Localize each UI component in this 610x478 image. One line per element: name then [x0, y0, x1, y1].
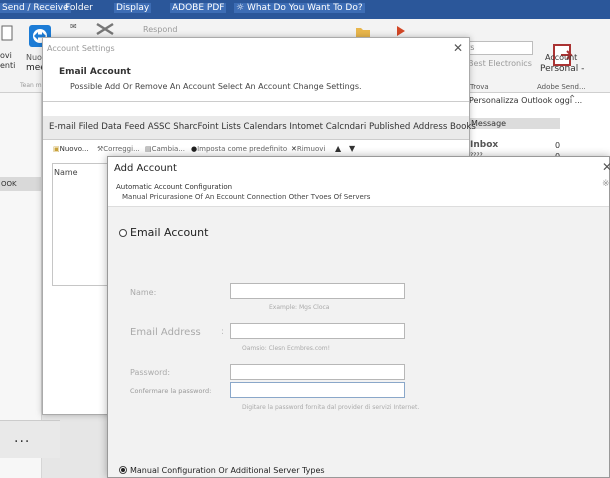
- ribbon-tab-bar: Send / Receive Folder Display ADOBE PDF …: [0, 0, 610, 19]
- change-icon: ▤: [145, 145, 152, 153]
- account-label-1: Account: [545, 53, 578, 62]
- section-title: Automatic Account Configuration: [116, 183, 233, 191]
- password-input[interactable]: [230, 364, 405, 380]
- email-hint: Oamsio: Clesn Ecmbres.com!: [242, 345, 331, 352]
- adobe-send-label: Adobe Send...: [537, 83, 586, 91]
- nuovo-meeting-label: Nuo: [26, 53, 42, 62]
- more-apps-button[interactable]: ...: [14, 430, 30, 446]
- remove-button[interactable]: ✕Rimuovi: [291, 145, 325, 153]
- add-account-close-icon[interactable]: ✕: [602, 160, 610, 174]
- new-items-label-1: ovi: [0, 51, 12, 60]
- email-address-label: Email Address: [130, 327, 201, 338]
- account-settings-title: Account Settings: [47, 44, 115, 53]
- email-address-input[interactable]: [230, 323, 405, 339]
- name-input[interactable]: [230, 283, 405, 299]
- change-button[interactable]: ▤Cambia...: [145, 145, 185, 153]
- wizard-icon: ※: [602, 179, 610, 189]
- account-settings-heading: Email Account: [59, 67, 131, 77]
- respond-label: Respond: [143, 25, 178, 34]
- reply-icon[interactable]: ✉: [70, 22, 77, 31]
- manual-configuration-option-label: Manual Configuration Or Additional Serve…: [130, 466, 325, 475]
- delete-icon[interactable]: [93, 22, 117, 36]
- collapse-chevron-icon[interactable]: ⌃: [568, 94, 576, 105]
- password-label: Password:: [130, 368, 171, 377]
- move-up-icon[interactable]: ▲: [335, 144, 341, 153]
- new-account-button[interactable]: ▣Nuovo...: [53, 145, 89, 153]
- message-header-label: Message: [471, 119, 507, 128]
- manual-configuration-radio[interactable]: [119, 466, 127, 474]
- tab-display[interactable]: Display: [114, 3, 152, 13]
- trova-label: Trova: [470, 83, 489, 91]
- password-hint: Digitare la password fornita dal provide…: [242, 404, 420, 411]
- name-hint: Example: Mgs Cloca: [269, 304, 330, 311]
- folder-row-selected[interactable]: OOK: [0, 177, 42, 191]
- email-label-colon: :: [221, 327, 225, 337]
- tab-folder[interactable]: Folder: [65, 3, 93, 13]
- tab-tell-me[interactable]: ☼ What Do You Want To Do?: [234, 3, 365, 13]
- account-settings-tabs[interactable]: E-mail Filed Data Feed ASSC SharcFoint L…: [49, 122, 476, 132]
- tab-send-receive[interactable]: Send / Receive: [0, 3, 71, 13]
- play-icon[interactable]: [396, 25, 406, 37]
- new-icon: ▣: [53, 145, 60, 153]
- new-items-icon[interactable]: [0, 24, 16, 46]
- email-account-option-label: Email Account: [130, 226, 209, 239]
- inbox-count: 0: [555, 141, 561, 150]
- email-account-radio[interactable]: [119, 229, 127, 237]
- add-account-title: Add Account: [114, 163, 177, 174]
- account-list-header-name: Name: [54, 168, 78, 177]
- confirm-password-label: Confermare la password:: [130, 387, 212, 395]
- account-settings-subtext: Possible Add Or Remove An Account Select…: [70, 82, 362, 91]
- move-down-icon[interactable]: ▼: [349, 144, 355, 153]
- lightbulb-icon: ☼: [236, 3, 245, 13]
- section-subtitle: Manual Pricurasione Of An Eccount Connec…: [122, 193, 371, 201]
- account-label-2[interactable]: Personal -: [540, 64, 584, 74]
- repair-button[interactable]: ⚒Correggi...: [97, 145, 140, 153]
- add-account-dialog: Add Account ✕ ※ Automatic Account Config…: [107, 156, 610, 478]
- best-electronics-label[interactable]: Best Electronics: [468, 59, 532, 68]
- confirm-password-input[interactable]: [230, 382, 405, 398]
- personalize-link[interactable]: Personalizza Outlook oggi ...: [469, 96, 582, 105]
- name-label: Name:: [130, 288, 157, 297]
- account-list[interactable]: Name: [52, 163, 110, 286]
- tell-me-label: What Do You Want To Do?: [246, 3, 363, 13]
- account-settings-close-icon[interactable]: ✕: [453, 41, 463, 55]
- team-group-label: Tean m: [20, 82, 42, 89]
- tab-adobe-pdf[interactable]: ADOBE PDF: [170, 3, 227, 13]
- new-items-label-2: enti: [0, 61, 16, 70]
- navigation-bar: ...: [0, 420, 60, 458]
- set-default-button[interactable]: ●Imposta come predefinito: [191, 145, 287, 153]
- inbox-label[interactable]: Inbox: [470, 140, 498, 150]
